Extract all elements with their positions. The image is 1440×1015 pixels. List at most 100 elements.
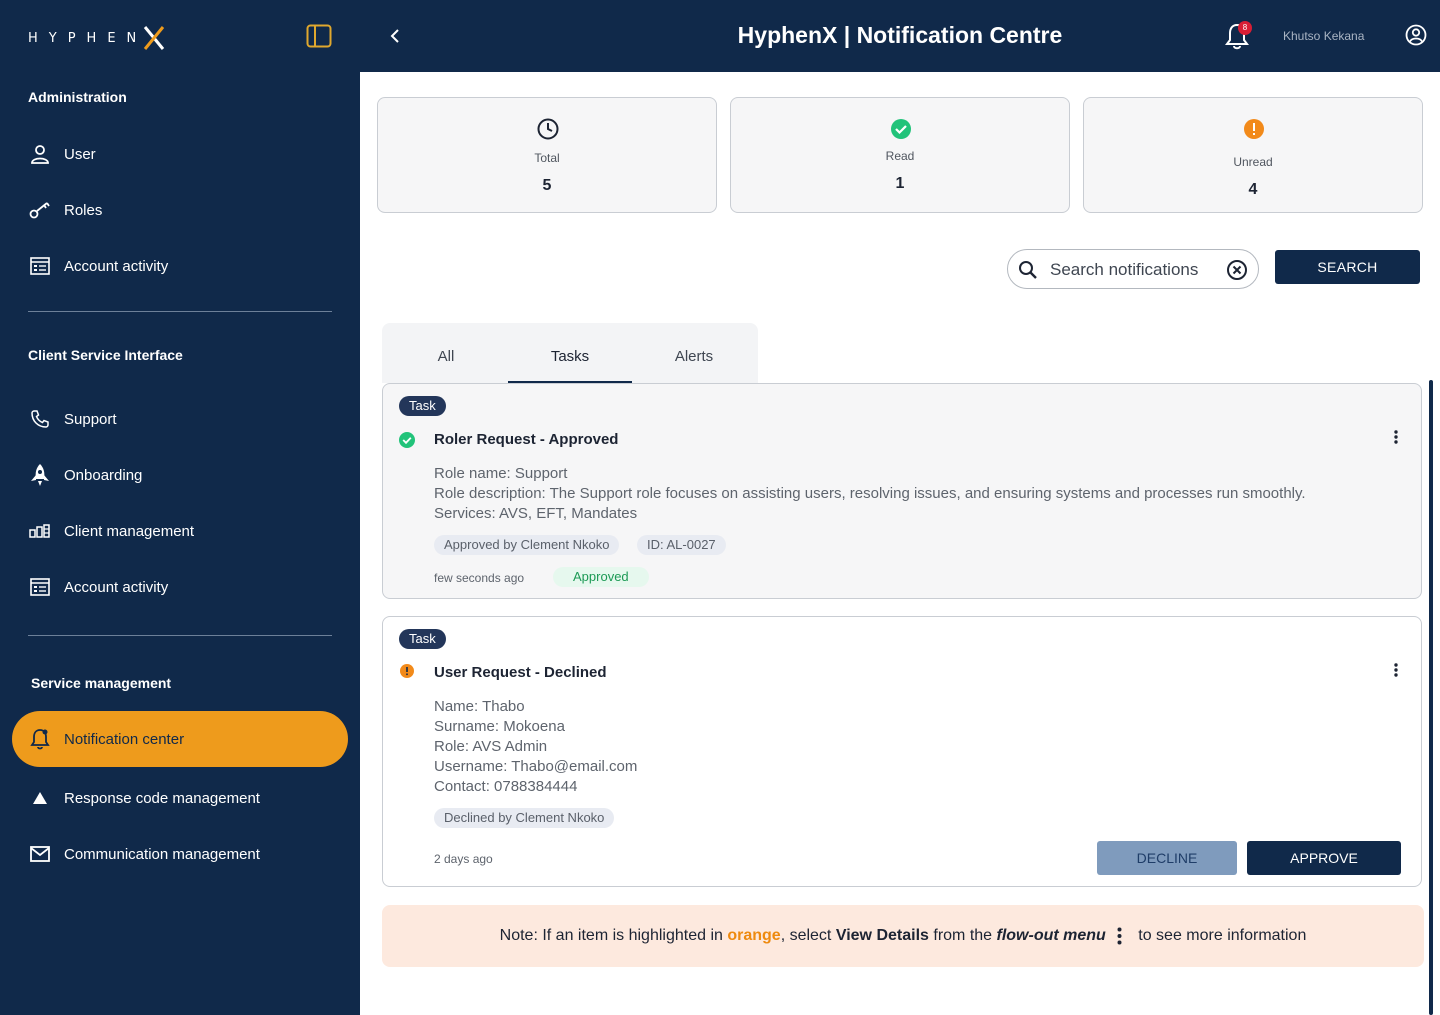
sidebar-item-account-activity-2[interactable]: Account activity — [28, 567, 338, 607]
more-vertical-icon — [1394, 430, 1398, 444]
key-icon — [28, 198, 52, 222]
activity-list-icon — [28, 575, 52, 599]
more-vertical-icon — [1394, 663, 1398, 677]
notification-card[interactable]: Task User Request - Declined Name: Thabo… — [382, 616, 1422, 887]
search-button[interactable]: SEARCH — [1275, 250, 1420, 284]
sidebar-item-label: Communication management — [64, 845, 260, 863]
detail-line: Role description: The Support role focus… — [434, 485, 1306, 502]
notification-card[interactable]: Task Roler Request - Approved Role name:… — [382, 383, 1422, 599]
approve-button[interactable]: APPROVE — [1247, 841, 1401, 875]
stat-card-read: Read 1 — [730, 97, 1070, 213]
type-pill: Task — [399, 396, 446, 416]
sidebar-item-communication-management[interactable]: Communication management — [28, 834, 338, 874]
notification-count-badge: 8 — [1238, 21, 1252, 35]
sidebar-item-label: Notification center — [64, 730, 185, 748]
note-flow-out-menu: flow-out menu — [996, 927, 1106, 944]
phone-icon — [28, 407, 52, 431]
id-chip: ID: AL-0027 — [637, 535, 726, 555]
stat-card-unread: Unread 4 — [1083, 97, 1423, 213]
sidebar-divider — [28, 311, 332, 312]
sidebar-divider — [28, 635, 332, 636]
stat-value: 1 — [895, 175, 905, 192]
clear-circle-icon[interactable] — [1226, 259, 1248, 281]
sidebar-toggle-icon[interactable] — [306, 24, 332, 48]
activity-list-icon — [28, 254, 52, 278]
sidebar-item-notification-center[interactable]: Notification center — [12, 711, 348, 767]
sidebar-item-label: Response code management — [64, 789, 260, 807]
sidebar: HYPHEN Administration User Roles Account… — [0, 0, 360, 1015]
note-middle1: , select — [780, 927, 836, 944]
sidebar-item-support[interactable]: Support — [28, 399, 338, 439]
search-icon — [1019, 261, 1037, 279]
notification-title: User Request - Declined — [434, 664, 607, 681]
client-management-icon — [28, 519, 52, 543]
sidebar-item-response-code-management[interactable]: Response code management — [28, 778, 338, 818]
stat-value: 4 — [1248, 181, 1258, 198]
flow-out-menu-button[interactable] — [1386, 427, 1406, 447]
approved-by-chip: Approved by Clement Nkoko — [434, 535, 620, 555]
stat-label: Total — [534, 151, 560, 165]
sidebar-item-onboarding[interactable]: Onboarding — [28, 455, 338, 495]
section-title-client-service-interface: Client Service Interface — [28, 347, 183, 363]
notification-time: 2 days ago — [434, 852, 493, 866]
sidebar-item-label: Support — [64, 410, 117, 428]
sidebar-item-roles[interactable]: Roles — [28, 190, 338, 230]
section-title-administration: Administration — [28, 89, 127, 105]
check-circle-icon — [891, 119, 911, 139]
mail-icon — [28, 842, 52, 866]
section-title-service-management: Service management — [31, 675, 172, 691]
tab-tasks[interactable]: Tasks — [508, 323, 632, 383]
logo-x-mark — [144, 26, 165, 50]
note-view-details: View Details — [835, 927, 929, 944]
more-vertical-icon — [1112, 926, 1128, 946]
sidebar-item-label: Account activity — [64, 578, 169, 596]
triangle-icon — [28, 786, 52, 810]
detail-line: Role name: Support — [434, 465, 568, 482]
account-circle-icon[interactable] — [1405, 24, 1427, 46]
info-note: Note: If an item is highlighted in orang… — [382, 905, 1424, 967]
sidebar-item-label: User — [64, 145, 96, 163]
bell-icon — [28, 727, 52, 751]
notification-title: Roler Request - Approved — [434, 431, 619, 448]
note-orange: orange — [727, 927, 781, 944]
check-circle-icon — [399, 432, 415, 448]
stat-label: Read — [885, 149, 915, 163]
rocket-icon — [28, 463, 52, 487]
sidebar-item-label: Onboarding — [64, 466, 143, 484]
alert-circle-icon — [400, 664, 414, 678]
detail-line: Contact: 0788384444 — [434, 778, 578, 795]
stat-card-total: Total 5 — [377, 97, 717, 213]
user-icon — [28, 142, 52, 166]
hyphenx-logo[interactable]: HYPHEN — [28, 24, 167, 52]
clock-icon — [537, 118, 559, 140]
sidebar-item-account-activity[interactable]: Account activity — [28, 246, 338, 286]
user-name[interactable]: Khutso Kekana — [1283, 29, 1364, 43]
status-badge: Approved — [553, 567, 649, 587]
stat-label: Unread — [1233, 155, 1273, 169]
sidebar-item-label: Account activity — [64, 257, 169, 275]
stat-value: 5 — [542, 177, 552, 194]
detail-line: Surname: Mokoena — [434, 718, 565, 735]
sidebar-item-label: Client management — [64, 522, 195, 540]
note-prefix: Note: If an item is highlighted in — [499, 927, 728, 944]
alert-circle-icon — [1244, 119, 1264, 139]
logo-text: HYPHEN — [28, 30, 148, 46]
notification-time: few seconds ago — [434, 571, 525, 585]
note-middle2: from the — [928, 927, 997, 944]
scrollbar[interactable] — [1429, 380, 1433, 1015]
top-header: HyphenX | Notification Centre 8 Khutso K… — [360, 0, 1440, 72]
search-box — [1007, 249, 1259, 289]
decline-button[interactable]: DECLINE — [1097, 841, 1237, 875]
sidebar-item-client-management[interactable]: Client management — [28, 511, 338, 551]
note-suffix: to see more information — [1133, 927, 1307, 944]
flow-out-menu-button[interactable] — [1386, 660, 1406, 680]
sidebar-item-label: Roles — [64, 201, 103, 219]
detail-line: Services: AVS, EFT, Mandates — [434, 505, 638, 522]
tab-alerts[interactable]: Alerts — [632, 323, 756, 383]
tab-all[interactable]: All — [384, 323, 508, 383]
sidebar-item-user[interactable]: User — [28, 134, 338, 174]
type-pill: Task — [399, 629, 446, 649]
detail-line: Role: AVS Admin — [434, 738, 548, 755]
search-input[interactable] — [1050, 258, 1220, 282]
declined-by-chip: Declined by Clement Nkoko — [434, 808, 615, 828]
